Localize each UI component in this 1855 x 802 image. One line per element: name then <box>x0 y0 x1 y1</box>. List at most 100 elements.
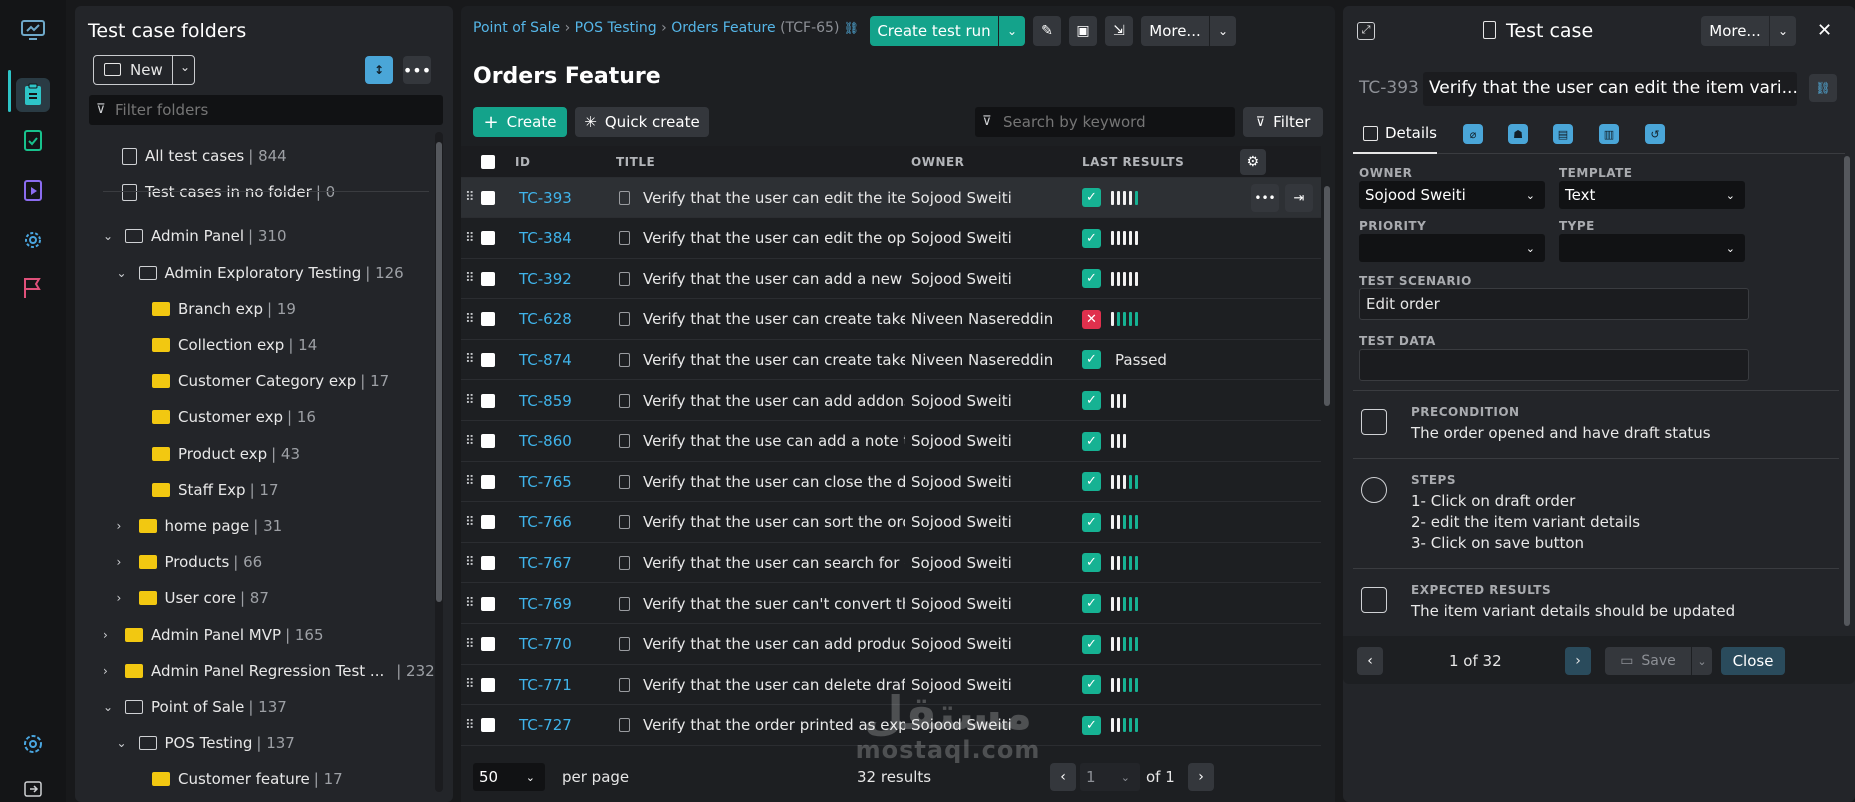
save-button[interactable]: ▭ Save <box>1605 647 1691 675</box>
link-icon[interactable]: ⛓ <box>844 21 859 35</box>
test-case-title-cell[interactable]: Verify that the user can sort the orders <box>643 513 905 531</box>
keyword-search[interactable]: ⊽ <box>975 107 1235 137</box>
next-page-icon[interactable]: › <box>1188 763 1214 791</box>
open-in-panel-icon[interactable]: ⇥ <box>1285 184 1313 212</box>
test-case-id[interactable]: TC-392 <box>519 270 572 288</box>
drag-handle-icon[interactable]: ⠿ <box>465 474 475 489</box>
table-row[interactable]: ⠿ TC-766 Verify that the user can sort the… <box>461 503 1321 543</box>
test-case-id[interactable]: TC-384 <box>519 229 572 247</box>
test-case-id[interactable]: TC-771 <box>519 676 572 694</box>
test-case-id[interactable]: TC-765 <box>519 473 572 491</box>
tab-results-chart-icon[interactable]: ▥ <box>1599 124 1619 144</box>
chevron-right-icon[interactable]: › <box>103 664 117 678</box>
table-row[interactable]: ⠿ TC-860 Verify that the use can add a not… <box>461 422 1321 462</box>
col-id[interactable]: ID <box>515 155 530 169</box>
priority-select[interactable]: ⌄ <box>1359 234 1545 262</box>
test-case-title-cell[interactable]: Verify that the user can close the day <box>643 473 905 491</box>
more-button[interactable]: More... <box>1141 16 1209 46</box>
drag-handle-icon[interactable]: ⠿ <box>465 352 475 367</box>
test-case-title-cell[interactable]: Verify that the user can add products to… <box>643 635 905 653</box>
row-checkbox[interactable] <box>481 231 495 246</box>
test-plans-icon[interactable] <box>21 128 45 152</box>
row-checkbox[interactable] <box>481 637 495 652</box>
test-case-title-cell[interactable]: Verify that the user can edit the item v… <box>643 189 905 207</box>
table-row[interactable]: ⠿ TC-393 Verify that the user can edit the… <box>461 178 1321 218</box>
expand-icon[interactable]: ⤢ <box>1357 22 1375 40</box>
row-checkbox[interactable] <box>481 434 495 449</box>
test-case-title-cell[interactable]: Verify that the user can add a new item … <box>643 270 905 288</box>
col-last-results[interactable]: LAST RESULTS <box>1082 155 1184 169</box>
col-title[interactable]: TITLE <box>616 155 655 169</box>
quick-create-button[interactable]: ✳ Quick create <box>575 107 709 137</box>
chevron-down-icon[interactable]: ⌄ <box>117 266 131 280</box>
folder-item[interactable]: ⌄ Admin Exploratory Testing | 126 <box>117 258 404 288</box>
filter-button[interactable]: ⊽ Filter <box>1243 107 1323 137</box>
test-case-title-cell[interactable]: Verify that the user can search for orde… <box>643 554 905 572</box>
page-select[interactable]: 1 ⌄ <box>1080 763 1140 791</box>
dashboard-icon[interactable] <box>21 18 45 42</box>
test-data-field[interactable] <box>1359 349 1749 381</box>
drag-handle-icon[interactable]: ⠿ <box>465 677 475 692</box>
save-dropdown-icon[interactable]: ⌄ <box>1692 647 1712 675</box>
test-case-id[interactable]: TC-727 <box>519 716 572 734</box>
tab-history-icon[interactable]: ↺ <box>1645 124 1665 144</box>
folder-item[interactable]: All test cases | 844 <box>122 141 287 171</box>
folder-item[interactable]: Staff Exp | 17 <box>130 475 279 505</box>
tab-requirements-icon[interactable]: ▤ <box>1553 124 1573 144</box>
test-case-id[interactable]: TC-859 <box>519 392 572 410</box>
chevron-right-icon[interactable]: › <box>117 591 131 605</box>
test-case-title[interactable]: Verify that the user can edit the item v… <box>1423 72 1797 106</box>
create-button[interactable]: + Create <box>473 107 567 137</box>
folder-scrollbar-thumb[interactable] <box>436 142 442 602</box>
row-checkbox[interactable] <box>481 596 495 611</box>
test-case-id[interactable]: TC-770 <box>519 635 572 653</box>
chevron-right-icon[interactable]: › <box>103 628 117 642</box>
drag-handle-icon[interactable]: ⠿ <box>465 555 475 570</box>
list-scrollbar[interactable] <box>1323 176 1331 750</box>
row-checkbox[interactable] <box>481 718 495 733</box>
test-case-id[interactable]: TC-628 <box>519 310 572 328</box>
owner-select[interactable]: Sojood Sweiti ⌄ <box>1359 181 1545 209</box>
chevron-down-icon[interactable]: ⌄ <box>103 229 117 243</box>
folder-item[interactable]: Collection exp | 14 <box>130 330 317 360</box>
detail-more-dropdown-icon[interactable]: ⌄ <box>1770 16 1796 46</box>
table-row[interactable]: ⠿ TC-384 Verify that the user can edit the… <box>461 219 1321 259</box>
create-run-dropdown-icon[interactable]: ⌄ <box>999 16 1025 46</box>
drag-handle-icon[interactable]: ⠿ <box>465 271 475 286</box>
row-checkbox[interactable] <box>481 271 495 286</box>
chevron-right-icon[interactable]: › <box>117 555 131 569</box>
drag-handle-icon[interactable]: ⠿ <box>465 637 475 652</box>
tab-details[interactable]: Details <box>1353 114 1437 154</box>
row-checkbox[interactable] <box>481 393 495 408</box>
drag-handle-icon[interactable]: ⠿ <box>465 718 475 733</box>
folder-item[interactable]: › Admin Panel Regression Test ... | 232 <box>103 656 435 686</box>
folder-item[interactable]: ⌄ Admin Panel | 310 <box>103 221 287 251</box>
table-row[interactable]: ⠿ TC-765 Verify that the user can close th… <box>461 462 1321 503</box>
copy-link-icon[interactable]: ⛓ <box>1809 74 1837 102</box>
type-select[interactable]: ⌄ <box>1559 234 1745 262</box>
next-case-icon[interactable]: › <box>1565 647 1591 675</box>
prev-page-icon[interactable]: ‹ <box>1050 763 1076 791</box>
list-scrollbar-thumb[interactable] <box>1324 186 1330 406</box>
create-test-run-button[interactable]: Create test run <box>870 16 998 46</box>
table-row[interactable]: ⠿ TC-392 Verify that the user can add a ne… <box>461 259 1321 300</box>
table-row[interactable]: ⠿ TC-767 Verify that the user can search f… <box>461 543 1321 584</box>
breadcrumb-orders-feature[interactable]: Orders Feature <box>671 20 775 36</box>
precondition-section[interactable]: PRECONDITION The order opened and have d… <box>1353 390 1839 458</box>
test-case-title-cell[interactable]: Verify that the use can add a note to th… <box>643 432 905 450</box>
row-more-button[interactable]: ••• <box>1251 184 1279 212</box>
test-case-title-cell[interactable]: Verify that the user can add addons to i… <box>643 392 905 410</box>
folder-item[interactable]: Branch exp | 19 <box>130 294 296 324</box>
more-dropdown-icon[interactable]: ⌄ <box>1210 16 1236 46</box>
test-case-id[interactable]: TC-767 <box>519 554 572 572</box>
drag-handle-icon[interactable]: ⠿ <box>465 312 475 327</box>
folder-item[interactable]: Customer Category exp | 17 <box>130 366 389 396</box>
settings-gears-icon[interactable] <box>21 228 45 252</box>
folder-item[interactable]: › Admin Panel MVP | 165 <box>103 620 324 650</box>
folder-item[interactable]: ⌄ POS Testing | 137 <box>117 728 295 758</box>
row-checkbox[interactable] <box>481 312 495 327</box>
test-case-title-cell[interactable]: Verify that the user can edit the opened… <box>643 229 905 247</box>
column-settings-gear-icon[interactable]: ⚙ <box>1240 149 1266 175</box>
test-cases-icon[interactable] <box>16 78 50 112</box>
folder-item[interactable]: Customer feature | 17 <box>130 764 343 794</box>
